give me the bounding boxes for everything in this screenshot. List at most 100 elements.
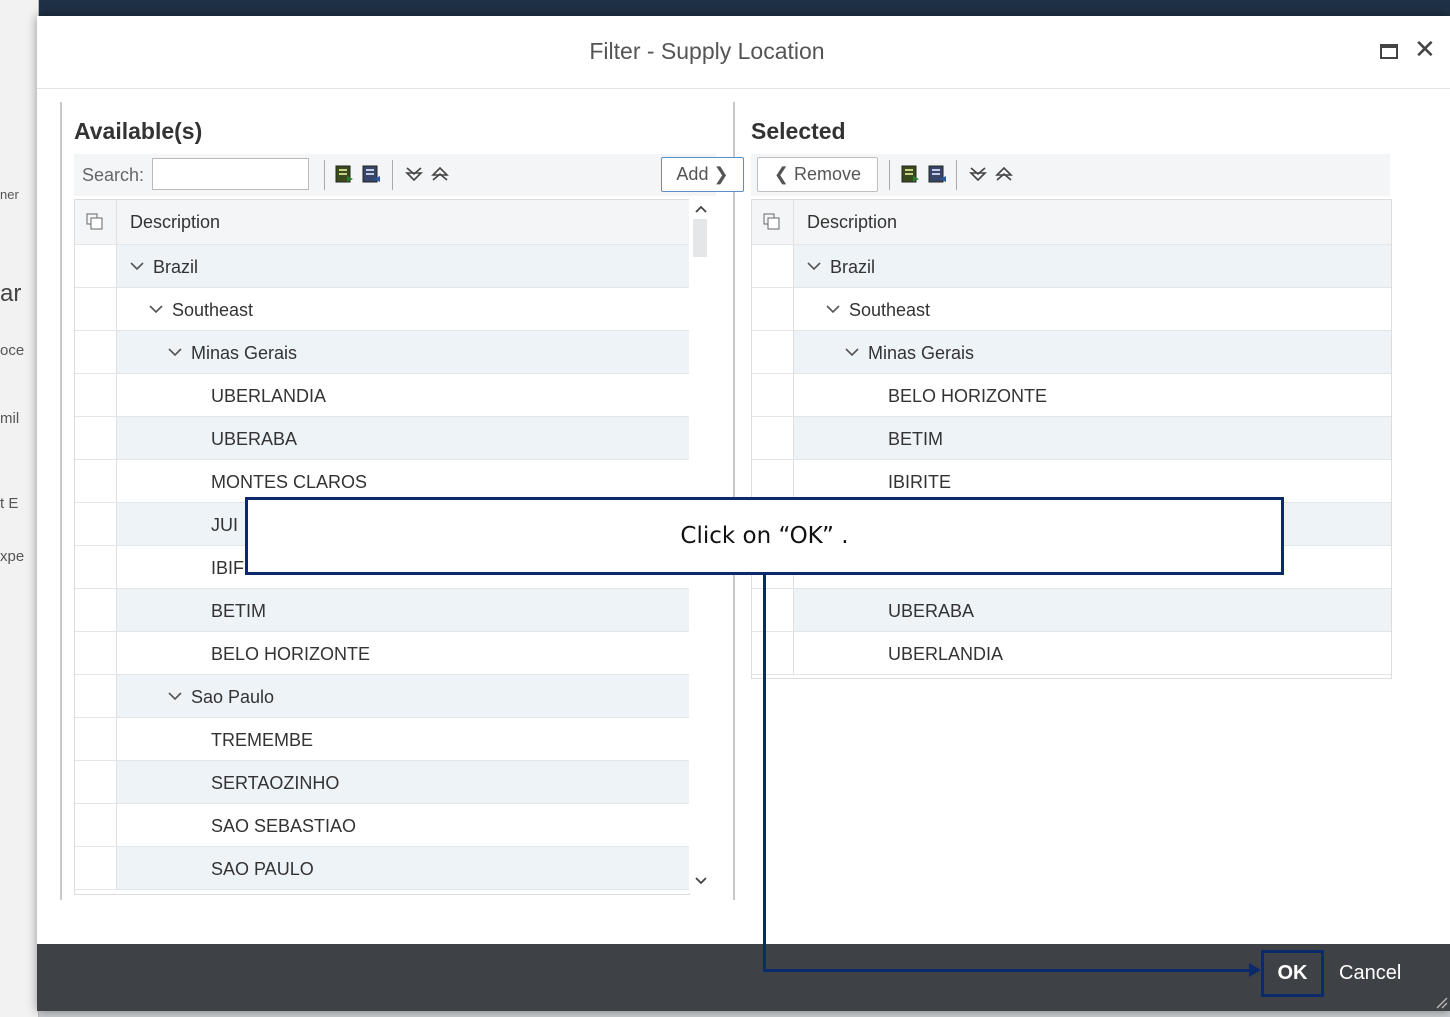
tree-row[interactable]: Sao Paulo: [75, 675, 689, 718]
selected-toolbar: ❮ Remove: [751, 154, 1390, 196]
export-icon[interactable]: [900, 164, 920, 184]
chevron-down-icon[interactable]: [807, 259, 821, 273]
maximize-icon[interactable]: [1380, 44, 1398, 59]
add-button[interactable]: Add ❯: [661, 157, 744, 192]
copy-icon[interactable]: [86, 213, 104, 231]
row-select-cell[interactable]: [75, 460, 117, 502]
tree-row-label: BELO HORIZONTE: [888, 386, 1048, 406]
row-select-cell[interactable]: [752, 288, 794, 330]
background-text-fragment: ar: [0, 280, 22, 307]
callout-connector-line: [763, 575, 766, 971]
row-select-cell[interactable]: [75, 718, 117, 760]
callout-connector-line: [763, 969, 1253, 972]
row-select-cell[interactable]: [75, 847, 117, 889]
tree-row[interactable]: SAO PAULO: [75, 847, 689, 890]
row-select-cell[interactable]: [75, 632, 117, 674]
close-icon[interactable]: ✕: [1414, 36, 1436, 62]
remove-button[interactable]: ❮ Remove: [757, 157, 878, 192]
row-select-cell[interactable]: [75, 417, 117, 459]
collapse-all-icon[interactable]: [994, 164, 1014, 184]
tree-row[interactable]: SERTAOZINHO: [75, 761, 689, 804]
row-select-cell[interactable]: [75, 288, 117, 330]
remove-button-label: Remove: [794, 164, 862, 184]
row-select-cell[interactable]: [752, 331, 794, 373]
row-select-cell[interactable]: [75, 374, 117, 416]
import-icon[interactable]: [361, 164, 381, 184]
tree-row-label: Southeast: [172, 300, 254, 320]
row-select-cell[interactable]: [752, 374, 794, 416]
tree-row[interactable]: Southeast: [752, 288, 1391, 331]
export-icon[interactable]: [334, 164, 354, 184]
column-header-description[interactable]: Description: [130, 212, 220, 233]
tree-row[interactable]: Minas Gerais: [75, 331, 689, 374]
row-select-cell[interactable]: [752, 245, 794, 287]
row-select-cell[interactable]: [75, 245, 117, 287]
tree-row[interactable]: SAO SEBASTIAO: [75, 804, 689, 847]
background-app-sidebar: ner ar oce mil t E xpe: [0, 0, 39, 1017]
tree-row[interactable]: UBERABA: [752, 589, 1391, 632]
row-select-cell[interactable]: [752, 589, 794, 631]
background-text-fragment: ner: [0, 187, 19, 202]
toolbar-separator: [889, 160, 890, 190]
tree-row[interactable]: Minas Gerais: [752, 331, 1391, 374]
background-text-fragment: mil: [0, 410, 20, 427]
tree-row[interactable]: UBERLANDIA: [752, 632, 1391, 675]
tree-row-label: Brazil: [153, 257, 199, 277]
copy-icon[interactable]: [763, 213, 781, 231]
row-select-cell[interactable]: [75, 546, 117, 588]
row-select-cell[interactable]: [75, 503, 117, 545]
callout-arrow-icon: [1249, 963, 1261, 977]
cancel-button[interactable]: Cancel: [1339, 962, 1401, 985]
chevron-down-icon[interactable]: [168, 689, 182, 703]
select-all-cell[interactable]: [75, 200, 117, 244]
table-header-row: Description: [75, 200, 689, 245]
row-select-cell[interactable]: [75, 804, 117, 846]
tree-row-label: UBERLANDIA: [211, 386, 327, 406]
tree-row[interactable]: BETIM: [75, 589, 689, 632]
chevron-down-icon[interactable]: [826, 302, 840, 316]
expand-all-icon[interactable]: [968, 164, 988, 184]
tree-row-label: IBIF: [211, 558, 245, 578]
chevron-down-icon[interactable]: [845, 345, 859, 359]
scroll-up-icon[interactable]: [695, 205, 707, 213]
expand-all-icon[interactable]: [404, 164, 424, 184]
search-input[interactable]: [152, 158, 309, 190]
chevron-down-icon[interactable]: [149, 302, 163, 316]
tree-row-label: Southeast: [849, 300, 931, 320]
tree-row[interactable]: UBERABA: [75, 417, 689, 460]
tree-row[interactable]: UBERLANDIA: [75, 374, 689, 417]
resize-grip-icon[interactable]: [1434, 995, 1448, 1009]
column-header-description[interactable]: Description: [807, 212, 897, 233]
scroll-down-icon[interactable]: [695, 877, 707, 885]
tree-row-label: BETIM: [888, 429, 944, 449]
tree-row[interactable]: BELO HORIZONTE: [75, 632, 689, 675]
row-select-cell[interactable]: [75, 675, 117, 717]
chevron-right-icon: ❯: [713, 164, 729, 184]
row-select-cell[interactable]: [752, 632, 794, 674]
tree-row-label: JUI: [211, 515, 238, 535]
chevron-down-icon[interactable]: [130, 259, 144, 273]
row-select-cell[interactable]: [75, 761, 117, 803]
tree-row[interactable]: BETIM: [752, 417, 1391, 460]
row-select-cell[interactable]: [75, 331, 117, 373]
row-select-cell[interactable]: [752, 417, 794, 459]
import-icon[interactable]: [927, 164, 947, 184]
ok-button[interactable]: OK: [1261, 950, 1324, 997]
dialog-footer: OK Cancel: [37, 944, 1450, 1011]
collapse-all-icon[interactable]: [430, 164, 450, 184]
tree-row-label: Minas Gerais: [191, 343, 298, 363]
row-select-cell[interactable]: [752, 460, 794, 502]
tree-row[interactable]: Brazil: [752, 245, 1391, 288]
select-all-cell[interactable]: [752, 200, 794, 244]
scroll-thumb[interactable]: [693, 219, 707, 257]
dialog-title: Filter - Supply Location: [589, 38, 825, 64]
table-header-row: Description: [752, 200, 1391, 245]
tree-row[interactable]: BELO HORIZONTE: [752, 374, 1391, 417]
tree-row[interactable]: Brazil: [75, 245, 689, 288]
chevron-down-icon[interactable]: [168, 345, 182, 359]
tree-row-label: Sao Paulo: [191, 687, 275, 707]
tree-row[interactable]: Southeast: [75, 288, 689, 331]
row-select-cell[interactable]: [75, 589, 117, 631]
tree-row[interactable]: TREMEMBE: [75, 718, 689, 761]
tree-row-label: MONTES CLAROS: [211, 472, 368, 492]
